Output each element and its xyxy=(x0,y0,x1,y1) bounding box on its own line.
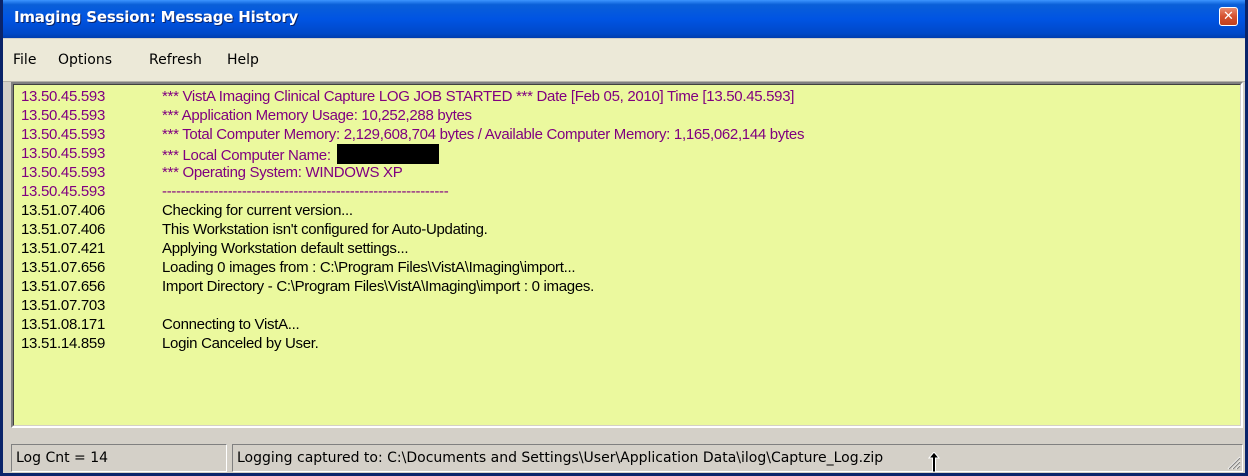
log-message: Import Directory - C:\Program Files\Vist… xyxy=(162,278,594,295)
log-message: *** Local Computer Name: xyxy=(162,144,439,165)
log-timestamp: 13.50.45.593 xyxy=(21,145,105,162)
menu-file[interactable]: File xyxy=(13,39,36,81)
menu-bar: File Options Refresh Help xyxy=(3,39,1245,82)
menu-refresh[interactable]: Refresh xyxy=(149,39,202,81)
status-bar: Log Cnt = 14 Logging captured to: C:\Doc… xyxy=(11,444,1243,472)
close-button[interactable]: ✕ xyxy=(1219,7,1238,26)
log-message: Loading 0 images from : C:\Program Files… xyxy=(162,259,576,276)
close-icon: ✕ xyxy=(1223,9,1234,24)
log-timestamp: 13.51.07.406 xyxy=(21,202,105,219)
window-title: Imaging Session: Message History xyxy=(14,8,299,26)
log-timestamp: 13.51.07.656 xyxy=(21,259,105,276)
log-message: *** VistA Imaging Clinical Capture LOG J… xyxy=(162,88,795,105)
log-message: Applying Workstation default settings... xyxy=(162,240,409,257)
log-timestamp: 13.50.45.593 xyxy=(21,126,105,143)
log-message: *** Operating System: WINDOWS XP xyxy=(162,164,403,181)
log-count-panel: Log Cnt = 14 xyxy=(11,444,227,472)
title-bar[interactable]: Imaging Session: Message History ✕ xyxy=(3,0,1245,38)
resize-grip-icon[interactable] xyxy=(1225,454,1241,470)
menu-help[interactable]: Help xyxy=(227,39,259,81)
log-message: Checking for current version... xyxy=(162,202,353,219)
log-timestamp: 13.51.08.171 xyxy=(21,316,105,333)
log-timestamp: 13.50.45.593 xyxy=(21,88,105,105)
log-message: *** Total Computer Memory: 2,129,608,704… xyxy=(162,126,805,143)
logging-path-panel: Logging captured to: C:\Documents and Se… xyxy=(232,444,1243,472)
logging-path-text: Logging captured to: C:\Documents and Se… xyxy=(237,450,884,466)
redacted-block xyxy=(336,144,439,164)
log-message: ----------------------------------------… xyxy=(162,183,449,200)
log-timestamp: 13.50.45.593 xyxy=(21,107,105,124)
log-message: Connecting to VistA... xyxy=(162,316,300,333)
log-timestamp: 13.50.45.593 xyxy=(21,164,105,181)
log-timestamp: 13.51.07.421 xyxy=(21,240,105,257)
log-timestamp: 13.50.45.593 xyxy=(21,183,105,200)
log-message: Login Canceled by User. xyxy=(162,335,319,352)
message-log[interactable]: 13.50.45.593 *** VistA Imaging Clinical C… xyxy=(11,82,1243,428)
log-message: This Workstation isn't configured for Au… xyxy=(162,221,488,238)
menu-options[interactable]: Options xyxy=(58,39,112,81)
log-message: *** Application Memory Usage: 10,252,288… xyxy=(162,107,472,124)
log-timestamp: 13.51.07.703 xyxy=(21,297,105,314)
log-timestamp: 13.51.07.406 xyxy=(21,221,105,238)
mouse-cursor-icon xyxy=(928,452,940,472)
log-timestamp: 13.51.07.656 xyxy=(21,278,105,295)
message-history-window: Imaging Session: Message History ✕ File … xyxy=(0,0,1248,476)
log-timestamp: 13.51.14.859 xyxy=(21,335,105,352)
